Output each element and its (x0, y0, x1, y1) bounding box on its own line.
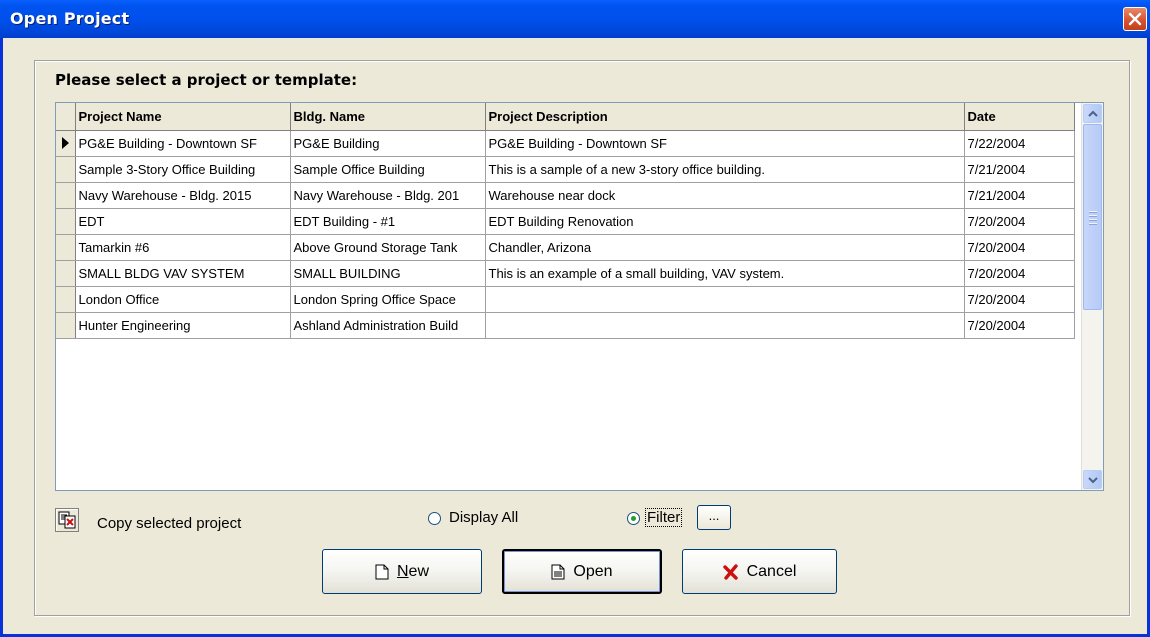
column-header-bldg-name[interactable]: Bldg. Name (290, 103, 486, 131)
scroll-down-button[interactable] (1083, 470, 1102, 489)
cell-project-description[interactable]: Chandler, Arizona (485, 234, 965, 261)
cancel-x-icon (722, 563, 738, 580)
project-table: Project Name Bldg. Name Project Descript… (56, 103, 1075, 339)
cell-date[interactable]: 7/20/2004 (964, 208, 1075, 235)
cell-bldg-name[interactable]: London Spring Office Space (290, 286, 486, 313)
display-all-radio[interactable] (428, 512, 441, 525)
new-button-label: New (396, 562, 429, 580)
cell-bldg-name[interactable]: Above Ground Storage Tank (290, 234, 486, 261)
row-selector[interactable] (56, 182, 76, 209)
cell-project-description[interactable]: Warehouse near dock (485, 182, 965, 209)
cell-bldg-name[interactable]: EDT Building - #1 (290, 208, 486, 235)
cell-bldg-name[interactable]: Sample Office Building (290, 156, 486, 183)
column-header-project-description[interactable]: Project Description (485, 103, 965, 131)
scroll-up-button[interactable] (1083, 104, 1102, 123)
cell-project-name[interactable]: PG&E Building - Downtown SF (75, 130, 291, 157)
title-bar[interactable]: Open Project (0, 0, 1150, 38)
cell-date[interactable]: 7/21/2004 (964, 156, 1075, 183)
copy-document-icon (58, 511, 76, 529)
cell-date[interactable]: 7/20/2004 (964, 260, 1075, 287)
cell-date[interactable]: 7/22/2004 (964, 130, 1075, 157)
row-selector[interactable] (56, 156, 76, 183)
cell-project-name[interactable]: Sample 3-Story Office Building (75, 156, 291, 183)
row-selector-header (56, 103, 76, 131)
cell-bldg-name[interactable]: SMALL BUILDING (290, 260, 486, 287)
new-button[interactable]: New (322, 549, 482, 594)
row-selector[interactable] (56, 260, 76, 287)
filter-label[interactable]: Filter (645, 508, 683, 527)
copy-project-button[interactable] (55, 508, 79, 532)
cell-project-description[interactable]: PG&E Building - Downtown SF (485, 130, 965, 157)
row-selector[interactable] (56, 208, 76, 235)
cell-date[interactable]: 7/20/2004 (964, 312, 1075, 339)
cancel-button-label: Cancel (746, 562, 797, 580)
cell-project-name[interactable]: Tamarkin #6 (75, 234, 291, 261)
cell-project-name[interactable]: London Office (75, 286, 291, 313)
cell-project-description[interactable] (485, 286, 965, 313)
cell-project-name[interactable]: EDT (75, 208, 291, 235)
cell-project-name[interactable]: SMALL BLDG VAV SYSTEM (75, 260, 291, 287)
cell-date[interactable]: 7/21/2004 (964, 182, 1075, 209)
open-button[interactable]: Open (502, 549, 662, 594)
open-button-label: Open (573, 562, 613, 580)
chevron-up-icon (1088, 110, 1098, 117)
cell-bldg-name[interactable]: Ashland Administration Build (290, 312, 486, 339)
cell-project-name[interactable]: Navy Warehouse - Bldg. 2015 (75, 182, 291, 209)
scroll-grip (1089, 211, 1097, 227)
current-row-pointer-icon (62, 137, 69, 149)
filter-options-button[interactable]: ... (697, 505, 731, 530)
table-row[interactable]: Hunter Engineering Ashland Administration… (56, 312, 1075, 339)
cell-project-description[interactable]: This is an example of a small building, … (485, 260, 965, 287)
scroll-thumb[interactable] (1083, 124, 1102, 310)
cancel-button[interactable]: Cancel (682, 549, 837, 594)
table-row[interactable]: Navy Warehouse - Bldg. 2015 Navy Warehous… (56, 182, 1075, 209)
row-selector[interactable] (56, 234, 76, 261)
open-document-icon (551, 564, 565, 579)
table-row[interactable]: PG&E Building - Downtown SF PG&E Building… (56, 130, 1075, 157)
cell-project-description[interactable]: EDT Building Renovation (485, 208, 965, 235)
table-row[interactable]: Sample 3-Story Office Building Sample Off… (56, 156, 1075, 183)
filter-radio[interactable] (627, 512, 640, 525)
cell-project-description[interactable]: This is a sample of a new 3-story office… (485, 156, 965, 183)
table-row[interactable]: EDT EDT Building - #1 EDT Building Renovat… (56, 208, 1075, 235)
grid-header-row: Project Name Bldg. Name Project Descript… (56, 103, 1075, 131)
table-row[interactable]: Tamarkin #6 Above Ground Storage Tank Chan… (56, 234, 1075, 261)
close-button[interactable] (1123, 7, 1147, 31)
table-row[interactable]: London Office London Spring Office Space 7… (56, 286, 1075, 313)
row-selector[interactable] (56, 286, 76, 313)
select-prompt: Please select a project or template: (55, 71, 358, 89)
cell-date[interactable]: 7/20/2004 (964, 234, 1075, 261)
vertical-scrollbar[interactable] (1081, 103, 1103, 490)
new-document-icon (375, 564, 389, 579)
row-selector[interactable] (56, 130, 76, 157)
cell-bldg-name[interactable]: PG&E Building (290, 130, 486, 157)
close-icon (1128, 12, 1142, 26)
column-header-date[interactable]: Date (964, 103, 1075, 131)
cell-project-name[interactable]: Hunter Engineering (75, 312, 291, 339)
table-row[interactable]: SMALL BLDG VAV SYSTEM SMALL BUILDING This … (56, 260, 1075, 287)
cell-bldg-name[interactable]: Navy Warehouse - Bldg. 201 (290, 182, 486, 209)
chevron-down-icon (1088, 477, 1098, 484)
copy-selected-project-label[interactable]: Copy selected project (97, 515, 241, 532)
display-all-label[interactable]: Display All (449, 509, 518, 526)
row-selector[interactable] (56, 312, 76, 339)
radio-selected-dot (631, 516, 636, 521)
window-title: Open Project (10, 9, 130, 28)
project-grid[interactable]: Project Name Bldg. Name Project Descript… (55, 102, 1104, 491)
cell-project-description[interactable] (485, 312, 965, 339)
cell-date[interactable]: 7/20/2004 (964, 286, 1075, 313)
column-header-project-name[interactable]: Project Name (75, 103, 291, 131)
